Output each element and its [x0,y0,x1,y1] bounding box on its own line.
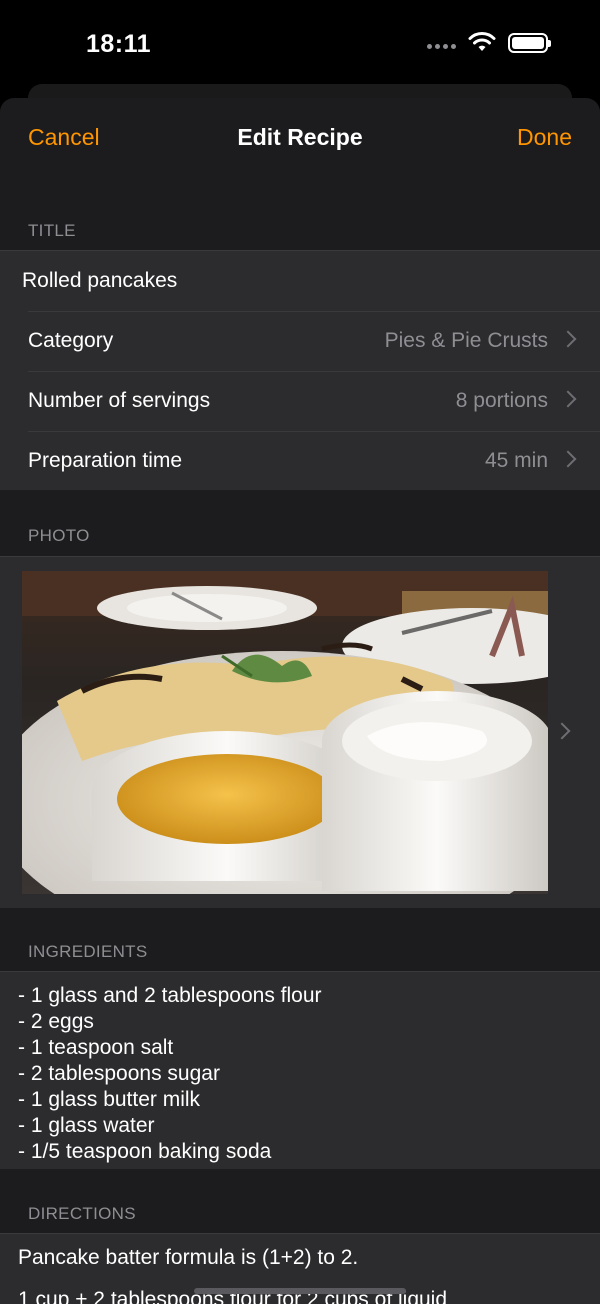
chevron-right-icon [559,390,577,408]
directions-section-header: DIRECTIONS [28,1204,136,1223]
wifi-icon [468,32,496,51]
chevron-right-icon [559,450,577,468]
servings-value: 8 portions [455,389,548,412]
preparation-time-label: Preparation time [28,449,183,472]
servings-label: Number of servings [28,389,211,412]
page-title: Edit Recipe [237,124,363,150]
chevron-right-icon [559,330,577,348]
preparation-time-row[interactable]: Preparation time 45 min [0,431,600,491]
ingredient-line: - 1 teaspoon salt [18,1036,174,1059]
servings-row[interactable]: Number of servings 8 portions [0,371,600,431]
directions-line: Pancake batter formula is (1+2) to 2. [18,1246,359,1269]
home-indicator [194,1288,406,1294]
status-bar: 18:11 [0,0,600,90]
done-button[interactable]: Done [517,124,572,151]
preparation-time-value: 45 min [484,449,548,472]
recipe-photo[interactable] [22,571,548,894]
photo-section-header: PHOTO [28,526,90,545]
signal-icon [427,43,456,49]
ingredients-section-header: INGREDIENTS [28,942,148,961]
ingredient-line: - 2 tablespoons sugar [18,1062,220,1085]
title-input[interactable]: Rolled pancakes [22,269,177,293]
title-field[interactable]: Rolled pancakes [0,251,600,311]
category-label: Category [28,329,114,352]
category-value: Pies & Pie Crusts [384,329,548,352]
ingredient-line: - 2 eggs [18,1010,94,1033]
edit-recipe-sheet: Cancel Edit Recipe Done TITLE Rolled pan… [0,98,600,1304]
status-icons [427,32,551,54]
navigation-bar: Cancel Edit Recipe Done [0,98,600,178]
ingredient-line: - 1 glass and 2 tablespoons flour [18,984,322,1007]
ingredient-line: - 1/5 teaspoon baking soda [18,1140,272,1163]
ingredients-field[interactable]: - 1 glass and 2 tablespoons flour - 2 eg… [0,971,600,1169]
battery-icon [508,33,551,53]
category-row[interactable]: Category Pies & Pie Crusts [0,311,600,371]
photo-row[interactable] [0,556,600,908]
directions-text[interactable]: Pancake batter formula is (1+2) to 2. 1 … [18,1245,447,1304]
ingredients-text[interactable]: - 1 glass and 2 tablespoons flour - 2 eg… [18,983,322,1165]
recipe-details-group: Rolled pancakes Category Pies & Pie Crus… [0,250,600,490]
ingredient-line: - 1 glass butter milk [18,1088,201,1111]
ingredient-line: - 1 glass water [18,1114,155,1137]
title-section-header: TITLE [28,221,76,240]
chevron-right-icon [553,722,571,740]
status-time: 18:11 [86,30,152,58]
